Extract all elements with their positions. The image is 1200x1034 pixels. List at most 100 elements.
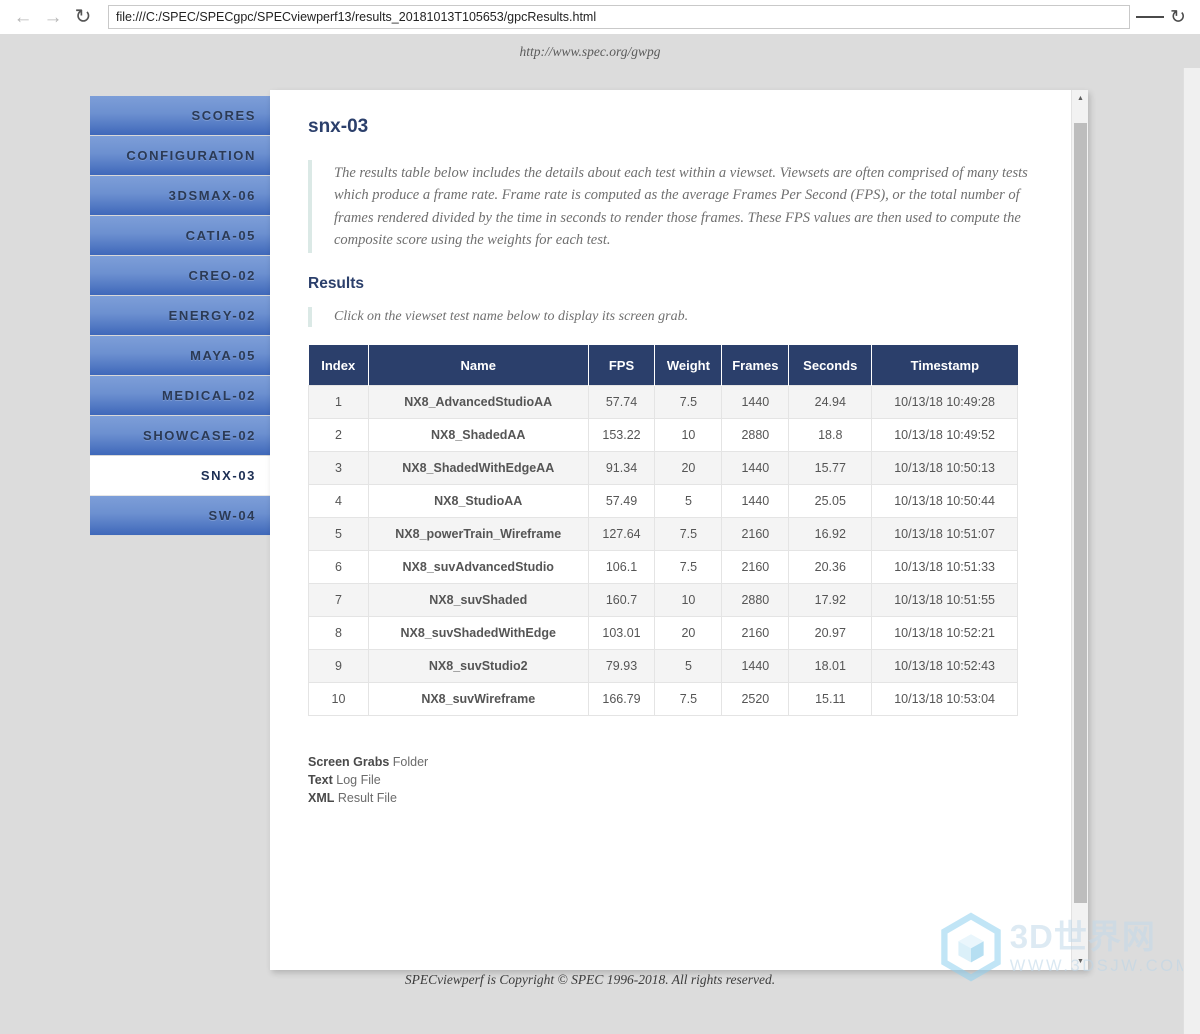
- sidebar-item-configuration[interactable]: CONFIGURATION: [90, 136, 270, 176]
- cell-weight: 10: [654, 417, 723, 452]
- sidebar-item-maya-05[interactable]: MAYA-05: [90, 336, 270, 376]
- screen-grabs-folder-link[interactable]: Screen Grabs Folder: [308, 754, 1030, 771]
- cell-name[interactable]: NX8_StudioAA: [367, 483, 589, 518]
- cell-weight: 20: [654, 450, 723, 485]
- sidebar-item-showcase-02[interactable]: SHOWCASE-02: [90, 416, 270, 456]
- cell-frames: 2160: [721, 615, 790, 650]
- sidebar-item-label: SCORES: [191, 108, 256, 123]
- text-log-label: Text: [308, 772, 333, 787]
- cell-frames: 2160: [721, 549, 790, 584]
- cell-frames: 2880: [721, 582, 790, 617]
- results-table: Index Name FPS Weight Frames Seconds Tim…: [308, 345, 1018, 716]
- address-bar-input[interactable]: file:///C:/SPEC/SPECgpc/SPECviewperf13/r…: [108, 5, 1130, 29]
- text-log-file-link[interactable]: Text Log File: [308, 772, 1030, 789]
- cell-fps: 127.64: [587, 516, 656, 551]
- column-header-seconds[interactable]: Seconds: [788, 345, 873, 386]
- back-icon[interactable]: ←: [8, 2, 38, 32]
- cell-name[interactable]: NX8_suvWireframe: [367, 681, 589, 716]
- cell-seconds: 15.77: [788, 450, 873, 485]
- spec-org-url: http://www.spec.org/gwpg: [519, 44, 661, 59]
- cell-name[interactable]: NX8_suvShadedWithEdge: [367, 615, 589, 650]
- viewset-description-note: The results table below includes the det…: [308, 160, 1030, 254]
- cell-name[interactable]: NX8_suvStudio2: [367, 648, 589, 683]
- scrollbar-thumb[interactable]: [1074, 123, 1087, 903]
- cell-fps: 160.7: [587, 582, 656, 617]
- scroll-up-arrow-icon[interactable]: ▲: [1072, 90, 1088, 107]
- content-scrollbar[interactable]: ▲ ▼: [1071, 90, 1088, 970]
- xml-result-file-link[interactable]: XML Result File: [308, 790, 1030, 807]
- table-row: 10 NX8_suvWireframe 166.79 7.5 2520 15.1…: [308, 681, 1018, 716]
- cell-index: 7: [308, 582, 369, 617]
- column-header-frames[interactable]: Frames: [721, 345, 790, 386]
- cell-fps: 57.74: [587, 384, 656, 419]
- cell-fps: 57.49: [587, 483, 656, 518]
- scroll-down-arrow-icon[interactable]: ▼: [1072, 953, 1088, 970]
- forward-icon[interactable]: →: [38, 2, 68, 32]
- cell-name[interactable]: NX8_suvAdvancedStudio: [367, 549, 589, 584]
- cell-weight: 5: [654, 483, 723, 518]
- copyright-footer: SPECviewperf is Copyright © SPEC 1996-20…: [404, 972, 776, 987]
- cell-weight: 20: [654, 615, 723, 650]
- sidebar-item-label: 3DSMAX-06: [168, 188, 256, 203]
- cell-name[interactable]: NX8_powerTrain_Wireframe: [367, 516, 589, 551]
- cell-fps: 91.34: [587, 450, 656, 485]
- reload-icon[interactable]: ↻: [68, 2, 98, 32]
- table-row: 8 NX8_suvShadedWithEdge 103.01 20 2160 2…: [308, 615, 1018, 650]
- results-hint-note: Click on the viewset test name below to …: [308, 307, 1030, 328]
- column-header-timestamp[interactable]: Timestamp: [871, 345, 1018, 386]
- cell-seconds: 16.92: [788, 516, 873, 551]
- cell-weight: 7.5: [654, 549, 723, 584]
- table-row: 2 NX8_ShadedAA 153.22 10 2880 18.8 10/13…: [308, 417, 1018, 452]
- results-hint-text: Click on the viewset test name below to …: [334, 309, 689, 325]
- refresh-icon[interactable]: ↻: [1164, 3, 1192, 31]
- cell-seconds: 20.36: [788, 549, 873, 584]
- cell-frames: 1440: [721, 450, 790, 485]
- address-bar-url-text: file:///C:/SPEC/SPECgpc/SPECviewperf13/r…: [116, 10, 597, 24]
- sidebar-item-3dsmax-06[interactable]: 3DSMAX-06: [90, 176, 270, 216]
- sidebar-item-energy-02[interactable]: ENERGY-02: [90, 296, 270, 336]
- screen-grabs-label: Screen Grabs: [308, 754, 390, 769]
- sidebar-item-catia-05[interactable]: CATIA-05: [90, 216, 270, 256]
- sidebar-item-label: SHOWCASE-02: [143, 428, 256, 443]
- cell-timestamp: 10/13/18 10:50:13: [871, 450, 1018, 485]
- cell-index: 5: [308, 516, 369, 551]
- column-header-fps[interactable]: FPS: [588, 345, 656, 386]
- sidebar-item-scores[interactable]: SCORES: [90, 96, 270, 136]
- cell-name[interactable]: NX8_ShadedWithEdgeAA: [367, 450, 589, 485]
- xml-result-label: XML: [308, 790, 335, 805]
- viewset-description-text: The results table below includes the det…: [334, 165, 1028, 248]
- sidebar-item-label: ENERGY-02: [168, 308, 256, 323]
- cell-weight: 10: [654, 582, 723, 617]
- file-links-group: Screen Grabs Folder Text Log File XML Re…: [308, 754, 1030, 807]
- cell-fps: 166.79: [587, 681, 656, 716]
- sidebar-item-label: MEDICAL-02: [161, 388, 256, 403]
- cell-index: 2: [308, 417, 369, 452]
- cell-name[interactable]: NX8_suvShaded: [367, 582, 589, 617]
- cell-timestamp: 10/13/18 10:51:07: [871, 516, 1018, 551]
- sidebar-item-label: CONFIGURATION: [126, 148, 256, 163]
- column-header-index[interactable]: Index: [308, 345, 369, 386]
- sidebar-item-creo-02[interactable]: CREO-02: [90, 256, 270, 296]
- results-table-body: 1 NX8_AdvancedStudioAA 57.74 7.5 1440 24…: [308, 384, 1018, 716]
- hamburger-menu-icon[interactable]: [1136, 3, 1164, 31]
- sidebar-item-label: CREO-02: [188, 268, 256, 283]
- column-header-weight[interactable]: Weight: [654, 345, 723, 386]
- sidebar-item-medical-02[interactable]: MEDICAL-02: [90, 376, 270, 416]
- column-header-name[interactable]: Name: [368, 345, 589, 386]
- cell-index: 10: [308, 681, 369, 716]
- page-scrollbar[interactable]: [1183, 68, 1200, 1034]
- cell-frames: 2160: [721, 516, 790, 551]
- sidebar-item-label: CATIA-05: [185, 228, 256, 243]
- cell-fps: 79.93: [587, 648, 656, 683]
- cell-timestamp: 10/13/18 10:52:43: [871, 648, 1018, 683]
- content-panel: snx-03 The results table below includes …: [270, 90, 1088, 970]
- sidebar-item-snx-03[interactable]: SNX-03: [90, 456, 270, 496]
- cell-name[interactable]: NX8_AdvancedStudioAA: [367, 384, 589, 419]
- sidebar-item-label: MAYA-05: [190, 348, 256, 363]
- table-row: 7 NX8_suvShaded 160.7 10 2880 17.92 10/1…: [308, 582, 1018, 617]
- sidebar-item-sw-04[interactable]: SW-04: [90, 496, 270, 536]
- cell-name[interactable]: NX8_ShadedAA: [367, 417, 589, 452]
- results-heading: Results: [308, 275, 364, 293]
- cell-timestamp: 10/13/18 10:49:28: [871, 384, 1018, 419]
- table-row: 1 NX8_AdvancedStudioAA 57.74 7.5 1440 24…: [308, 384, 1018, 419]
